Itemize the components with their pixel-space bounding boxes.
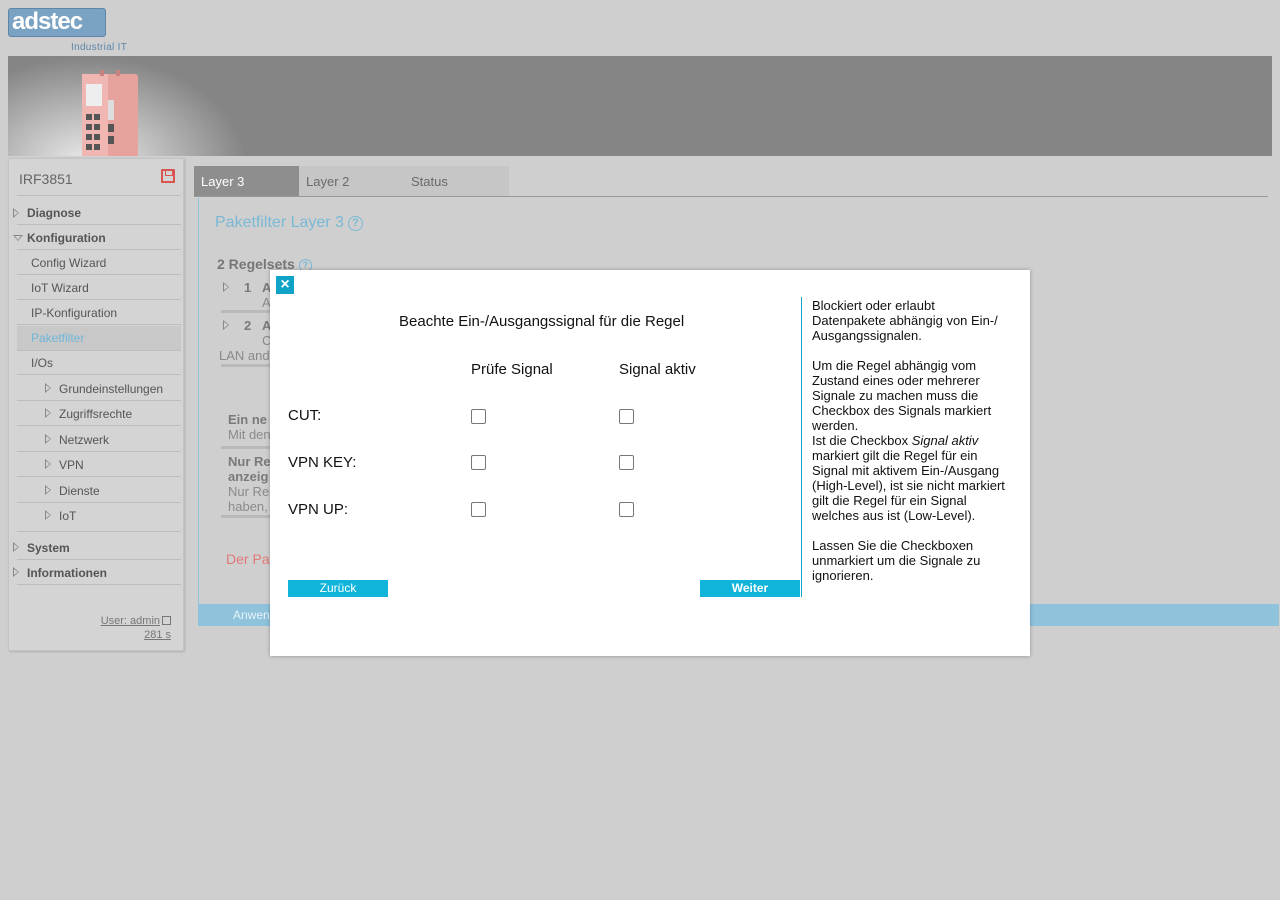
expand-triangle-icon (13, 208, 19, 218)
expand-triangle-icon (45, 383, 51, 393)
page-title: Paketfilter Layer 3? (215, 214, 363, 232)
row-shadow (221, 310, 271, 313)
divider (17, 400, 181, 401)
checkbox-vpn-key-check[interactable] (471, 455, 486, 470)
logo-brand-tec: tec (50, 8, 83, 35)
apply-button-label: Anwen (233, 608, 270, 622)
checkbox-cut-active[interactable] (619, 409, 634, 424)
sidebar-item-konfiguration[interactable]: Konfiguration (27, 231, 191, 245)
expand-triangle-icon (13, 567, 19, 577)
divider (17, 374, 181, 375)
help-paragraph: Um die Regel abhängig vom Zustand eines … (812, 358, 992, 433)
help-text-fragment: markiert gilt die Regel für ein Signal m… (812, 448, 1005, 523)
help-text-fragment: Ist die Checkbox (812, 433, 912, 448)
logo-brand-ads: ads (12, 8, 51, 35)
help-icon[interactable]: ? (347, 216, 363, 231)
save-icon[interactable] (161, 169, 175, 183)
divider (17, 531, 181, 532)
row-shadow (221, 446, 271, 449)
ruleset-row-number: 2 (244, 318, 252, 333)
router-device-image (82, 70, 138, 156)
checkbox-vpn-up-check[interactable] (471, 502, 486, 517)
sidebar: IRF3851 Diagnose Konfiguration Config Wi… (8, 158, 184, 651)
divider (17, 559, 181, 560)
dialog-title: Beachte Ein-/Ausgangssignal für die Rege… (399, 313, 685, 330)
help-text-emphasis: Signal aktiv (911, 433, 979, 448)
back-button[interactable]: Zurück (288, 580, 388, 597)
sidebar-item-ios[interactable]: I/Os (31, 356, 195, 370)
tab-status[interactable]: Status (404, 166, 509, 196)
sidebar-item-system[interactable]: System (27, 541, 191, 555)
user-label: User: admin (100, 615, 160, 627)
user-logout-link[interactable]: User: admin (101, 615, 171, 627)
only-rule-desc-line2: haben, (228, 499, 268, 514)
tab-layer-2[interactable]: Layer 2 (299, 166, 404, 196)
help-paragraph: Blockiert oder erlaubt Datenpakete abhän… (812, 298, 998, 343)
warning-text: Der Pa (226, 551, 270, 567)
sidebar-item-informationen[interactable]: Informationen (27, 566, 191, 580)
divider (17, 324, 181, 325)
divider (17, 274, 181, 275)
sidebar-item-paketfilter[interactable]: Paketfilter (31, 331, 195, 345)
signal-label-cut: CUT: (288, 407, 322, 424)
expand-triangle-icon[interactable] (223, 282, 229, 292)
adstec-logo: adstec Industrial IT (8, 8, 138, 54)
row-shadow (221, 364, 271, 367)
divider (17, 425, 181, 426)
divider (17, 451, 181, 452)
column-header-active: Signal aktiv (619, 361, 696, 378)
expand-triangle-icon (45, 459, 51, 469)
sidebar-item-diagnose[interactable]: Diagnose (27, 206, 191, 220)
divider (17, 224, 181, 225)
expand-triangle-icon (45, 408, 51, 418)
signal-dialog: × Beachte Ein-/Ausgangssignal für die Re… (270, 270, 1030, 656)
expand-triangle-icon[interactable] (223, 320, 229, 330)
header-banner (8, 56, 1272, 156)
close-icon[interactable]: × (276, 276, 294, 294)
ruleset-row-desc-extra: LAN and (219, 348, 270, 363)
session-timer: 281 s (144, 629, 171, 641)
expand-triangle-icon (45, 434, 51, 444)
logo-wordmark: adstec (12, 8, 83, 35)
divider (17, 584, 181, 585)
divider (17, 502, 181, 503)
tab-layer-3[interactable]: Layer 3 (194, 166, 299, 196)
column-header-check: Prüfe Signal (471, 361, 553, 378)
expand-triangle-icon (13, 542, 19, 552)
only-rule-title-line1[interactable]: Nur Re (228, 454, 271, 469)
logo-tagline: Industrial IT (71, 42, 128, 53)
checkbox-vpn-key-active[interactable] (619, 455, 634, 470)
divider (17, 195, 181, 196)
sidebar-item-ip-konfiguration[interactable]: IP-Konfiguration (31, 306, 195, 320)
signal-label-vpn-key: VPN KEY: (288, 454, 357, 471)
next-button[interactable]: Weiter (700, 580, 800, 597)
logout-icon (162, 616, 171, 625)
help-paragraph: Ist die Checkbox Signal aktiv markiert g… (812, 433, 1012, 523)
divider (17, 299, 181, 300)
only-rule-desc-line1: Nur Re (228, 484, 270, 499)
row-shadow (221, 515, 271, 518)
expand-triangle-icon (45, 485, 51, 495)
dialog-help-text: Blockiert oder erlaubt Datenpakete abhän… (812, 298, 1012, 598)
signal-label-vpn-up: VPN UP: (288, 501, 349, 518)
collapse-triangle-icon (13, 235, 23, 241)
divider (17, 249, 181, 250)
page-title-text: Paketfilter Layer 3 (215, 214, 344, 231)
tab-underline (194, 196, 1268, 197)
ruleset-row-number: 1 (244, 280, 252, 295)
new-rule-desc: Mit den (228, 427, 271, 442)
sidebar-item-config-wizard[interactable]: Config Wizard (31, 256, 195, 270)
expand-triangle-icon (45, 510, 51, 520)
divider (17, 350, 181, 351)
sidebar-item-iot-wizard[interactable]: IoT Wizard (31, 281, 195, 295)
help-paragraph: Lassen Sie die Checkboxen unmarkiert um … (812, 538, 981, 583)
device-name: IRF3851 (19, 171, 73, 187)
divider (17, 476, 181, 477)
checkbox-vpn-up-active[interactable] (619, 502, 634, 517)
only-rule-title-line2[interactable]: anzeig (228, 469, 268, 484)
new-rule-title[interactable]: Ein ne (228, 412, 267, 427)
dialog-divider (801, 297, 802, 597)
checkbox-cut-check[interactable] (471, 409, 486, 424)
